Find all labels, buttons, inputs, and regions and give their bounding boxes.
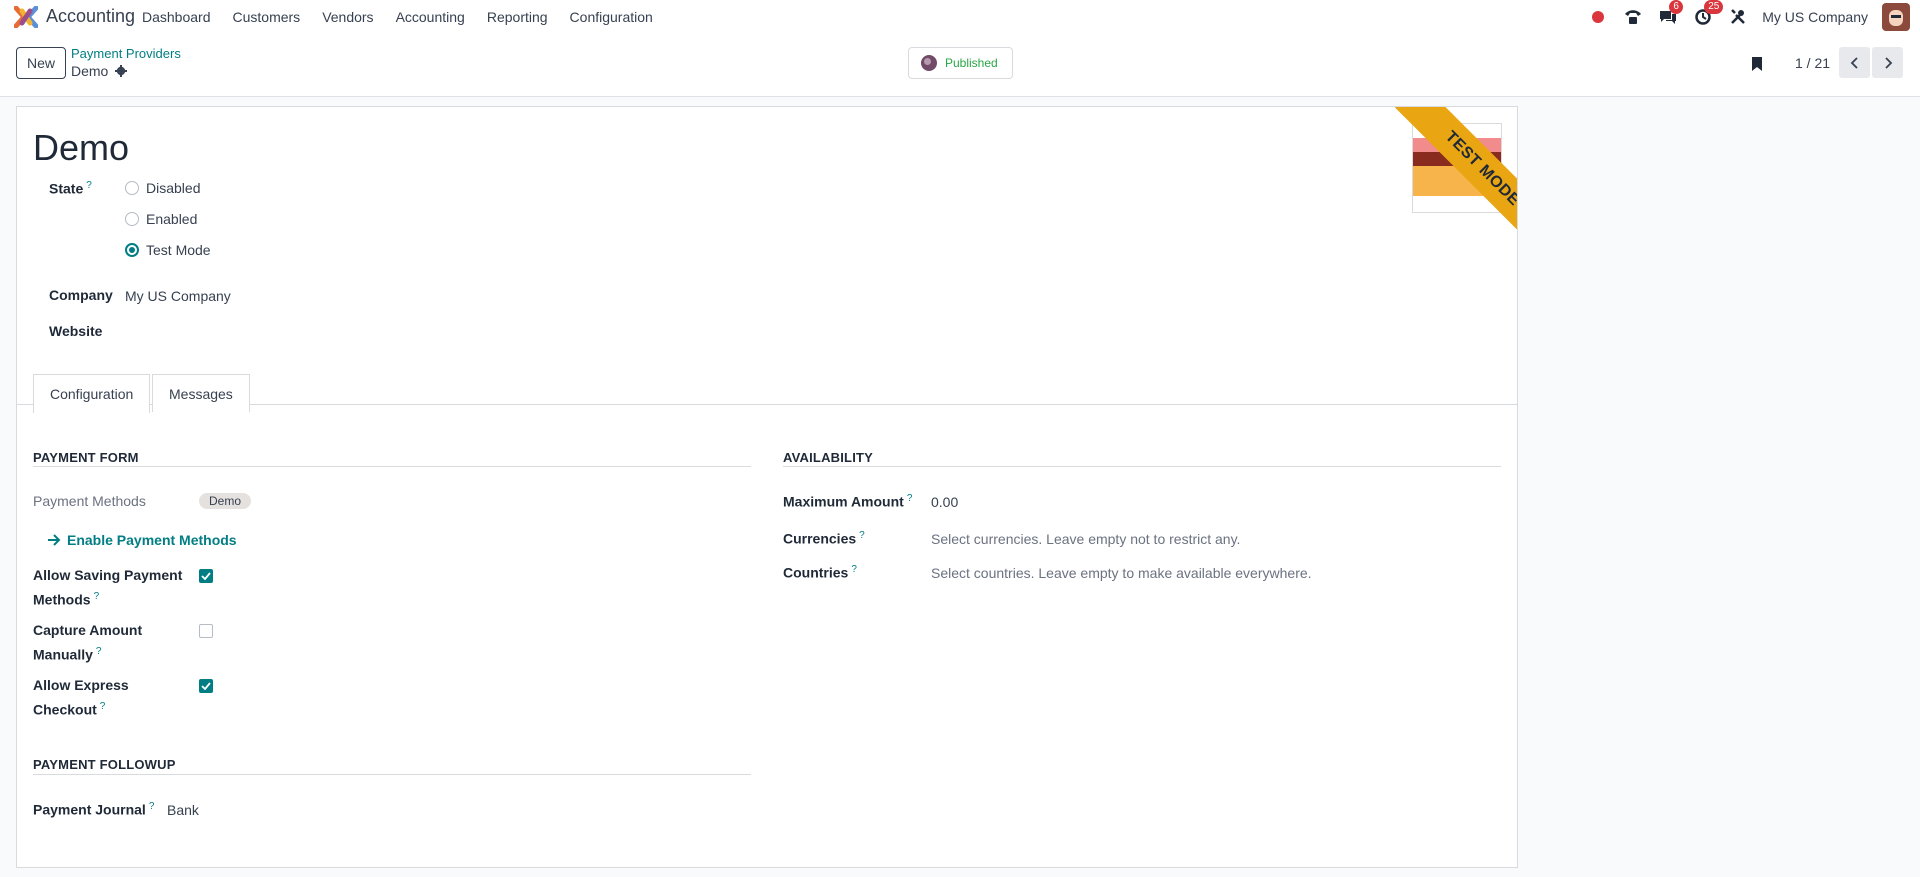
help-icon[interactable]: ? [94,591,100,602]
state-label-text: State [49,180,84,197]
messages-icon[interactable]: 6 [1658,0,1684,27]
help-icon[interactable]: ? [86,180,92,191]
state-option-test-mode[interactable]: Test Mode [125,242,211,258]
globe-icon [921,55,937,71]
checkmark-icon [201,572,211,580]
enable-payment-methods-label: Enable Payment Methods [67,532,237,548]
pager-next-button[interactable] [1872,47,1903,78]
payment-followup-title: PAYMENT FOLLOWUP [33,757,176,772]
currencies-field[interactable]: Select currencies. Leave empty not to re… [931,531,1240,547]
messages-badge: 6 [1669,0,1684,14]
accounting-app-icon[interactable] [14,6,38,28]
systray: 6 25 My US Company [1573,0,1920,34]
record-title[interactable]: Demo [33,127,129,169]
breadcrumb-current: Demo [71,63,128,79]
payment-form-title: PAYMENT FORM [33,450,139,465]
test-mode-ribbon: TEST MODE [1367,107,1517,257]
tab-messages[interactable]: Messages [152,374,250,412]
express-checkout-checkbox[interactable] [199,679,213,693]
enable-payment-methods-link[interactable]: Enable Payment Methods [47,532,237,548]
currencies-label: Currencies? [783,530,865,547]
app-name[interactable]: Accounting [46,6,135,27]
payment-followup-separator [33,774,751,775]
tab-configuration[interactable]: Configuration [33,374,151,413]
countries-label-text: Countries [783,564,849,581]
website-label: Website [49,323,103,339]
state-option-test-mode-label: Test Mode [146,242,211,258]
max-amount-field[interactable]: 0.00 [931,494,958,510]
main-menu: Dashboard Customers Vendors Accounting R… [142,0,675,34]
menu-reporting[interactable]: Reporting [487,9,548,25]
availability-separator [783,466,1501,467]
arrow-right-icon [48,534,61,546]
published-label: Published [945,56,998,70]
state-option-disabled[interactable]: Disabled [125,180,200,196]
help-icon[interactable]: ? [149,801,155,812]
top-navbar: Accounting Dashboard Customers Vendors A… [0,0,1920,34]
help-icon[interactable]: ? [859,530,865,541]
company-label: Company [49,287,113,303]
menu-vendors[interactable]: Vendors [322,9,373,25]
control-panel: New Payment Providers Demo Published 1 /… [0,34,1920,97]
express-checkout-label: Allow Express Checkout? [33,675,193,721]
availability-title: AVAILABILITY [783,450,874,465]
allow-saving-checkbox[interactable] [199,569,213,583]
chevron-right-icon [1884,56,1892,69]
allow-saving-label-text: Allow Saving Payment Methods [33,567,183,608]
payment-journal-label-text: Payment Journal [33,801,146,818]
max-amount-label-text: Maximum Amount [783,493,904,510]
breadcrumb-current-label: Demo [71,63,109,79]
menu-dashboard[interactable]: Dashboard [142,9,211,25]
user-avatar[interactable] [1882,3,1910,31]
menu-accounting[interactable]: Accounting [396,9,465,25]
gear-icon[interactable] [115,65,128,77]
form-sheet: Demo TEST MODE State? Disabled Enabled T… [16,106,1518,868]
help-icon[interactable]: ? [907,493,913,504]
payment-method-tag[interactable]: Demo [199,493,252,509]
currencies-label-text: Currencies [783,530,857,547]
allow-saving-label: Allow Saving Payment Methods? [33,565,193,611]
published-button[interactable]: Published [908,47,1013,79]
express-checkout-label-text: Allow Express Checkout [33,677,129,718]
debug-tools-icon[interactable] [1728,7,1748,27]
bookmark-icon[interactable] [1751,56,1763,72]
pager-value[interactable]: 1 / 21 [1795,55,1830,71]
capture-manually-label: Capture Amount Manually? [33,620,193,666]
radio-disabled[interactable] [125,181,139,195]
help-icon[interactable]: ? [851,564,857,575]
chevron-left-icon [1850,56,1858,69]
activities-badge: 25 [1704,0,1724,14]
breadcrumb-payment-providers[interactable]: Payment Providers [71,46,181,61]
recording-icon[interactable] [1588,7,1608,27]
pager-previous-button[interactable] [1839,47,1870,78]
payment-journal-field[interactable]: Bank [167,802,199,818]
notebook-tabs: Configuration Messages [17,367,1517,413]
phone-icon[interactable] [1623,7,1643,27]
new-button[interactable]: New [16,47,66,79]
state-option-enabled-label: Enabled [146,211,198,227]
radio-enabled[interactable] [125,212,139,226]
max-amount-label: Maximum Amount? [783,493,912,510]
activities-icon[interactable]: 25 [1693,0,1724,27]
capture-manually-label-text: Capture Amount Manually [33,622,143,663]
capture-manually-checkbox[interactable] [199,624,213,638]
countries-label: Countries? [783,564,857,581]
countries-field[interactable]: Select countries. Leave empty to make av… [931,565,1312,581]
help-icon[interactable]: ? [96,646,102,657]
checkmark-icon [201,682,211,690]
payment-form-separator [33,466,751,467]
state-option-enabled[interactable]: Enabled [125,211,197,227]
menu-configuration[interactable]: Configuration [570,9,653,25]
payment-methods-label: Payment Methods [33,493,146,509]
ribbon-label: TEST MODE [1395,107,1517,256]
payment-journal-label: Payment Journal? [33,801,154,818]
company-switcher[interactable]: My US Company [1762,9,1868,25]
menu-customers[interactable]: Customers [233,9,301,25]
state-option-disabled-label: Disabled [146,180,201,196]
state-label: State? [49,180,92,197]
radio-test-mode[interactable] [125,243,139,257]
company-field[interactable]: My US Company [125,288,231,304]
help-icon[interactable]: ? [100,701,106,712]
